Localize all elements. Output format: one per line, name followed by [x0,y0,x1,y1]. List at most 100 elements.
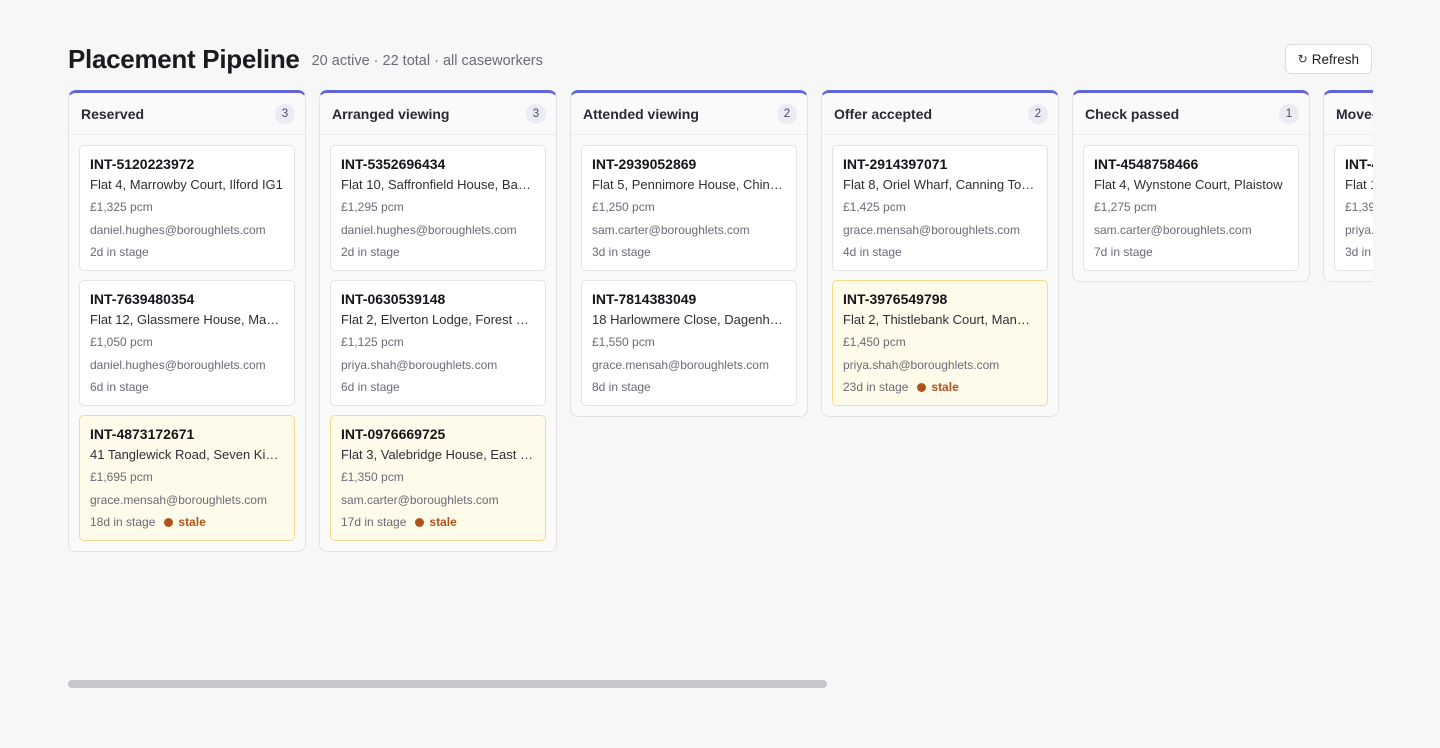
card-reference: INT-2914397071 [843,156,948,172]
placement-card[interactable]: INT-0976669725 Flat 3, Valebridge House, … [330,415,546,541]
column-title: Reserved [81,105,145,122]
stale-dot-icon [164,517,174,527]
card-address: Flat 10, Saffronfield House, Barking [341,177,535,192]
pipeline-column: Arranged viewing 3 INT-5352696434 Flat 10, … [319,90,557,552]
card-rent: £1,325 pcm [90,200,153,214]
card-rent: £1,125 pcm [341,335,404,349]
card-address: Flat 4, Wynstone Court, Plaistow [1094,177,1283,192]
card-address: Flat 3, Valebridge House, East Ham [341,447,535,462]
page-title: Placement Pipeline [68,43,300,74]
card-rent: £1,450 pcm [843,335,906,349]
card-address: Flat 8, Oriel Wharf, Canning Town [843,177,1037,192]
column-header: Reserved 3 [69,93,305,135]
stale-label: stale [931,380,959,394]
time-in-stage: 23d in stage [843,380,909,394]
card-address: 18 Harlowmere Close, Dagenham [592,312,786,327]
card-reference: INT-5352696434 [341,156,446,172]
card-rent: £1,250 pcm [592,200,655,214]
horizontal-scrollbar[interactable] [68,680,1373,688]
card-address: Flat 5, Pennimore House, Chingford [592,177,786,192]
pipeline-summary: 20 active · 22 total · all caseworkers [311,53,543,69]
card-address: Flat 12, Glassmere House, Manor Park [90,312,284,327]
refresh-button[interactable]: ↻ Refresh [1284,44,1372,74]
pipeline-column: Attended viewing 2 INT-2939052869 Flat 5, P… [570,90,808,417]
column-count-badge: 2 [777,103,797,124]
column-title: Arranged viewing [332,105,450,122]
column-title: Attended viewing [583,105,699,122]
board-track: Reserved 3 INT-5120223972 Flat 4, Marrowby … [68,90,1373,552]
card-reference: INT-4 [1345,156,1373,172]
card-footer: 8d in stage [592,380,786,394]
time-in-stage: 3d in [1345,245,1372,259]
card-rent: £1,550 pcm [592,335,655,349]
card-caseworker-email: grace.mensah@boroughlets.com [90,493,267,507]
column-count-badge: 1 [1279,103,1299,124]
card-rent: £1,425 pcm [843,200,906,214]
placement-card[interactable]: INT-5120223972 Flat 4, Marrowby Court, Il… [79,145,295,271]
placement-card[interactable]: INT-3976549798 Flat 2, Thistlebank Court,… [832,280,1048,406]
placement-card[interactable]: INT-4 Flat 1 £1,39 priya. 3d in [1334,145,1373,271]
placement-card[interactable]: INT-2914397071 Flat 8, Oriel Wharf, Canni… [832,145,1048,271]
card-caseworker-email: grace.mensah@boroughlets.com [592,358,769,372]
column-header: Arranged viewing 3 [320,93,556,135]
stale-dot-icon [415,517,425,527]
card-list: INT-5120223972 Flat 4, Marrowby Court, Il… [69,135,305,541]
placement-card[interactable]: INT-4548758466 Flat 4, Wynstone Court, Pl… [1083,145,1299,271]
column-header: Offer accepted 2 [822,93,1058,135]
placement-card[interactable]: INT-0630539148 Flat 2, Elverton Lodge, Fo… [330,280,546,406]
column-title: Check passed [1085,105,1180,122]
stale-badge: stale [415,515,457,529]
card-reference: INT-2939052869 [592,156,697,172]
placement-card[interactable]: INT-4873172671 41 Tanglewick Road, Seven … [79,415,295,541]
card-caseworker-email: grace.mensah@boroughlets.com [843,223,1020,237]
card-address: Flat 4, Marrowby Court, Ilford IG1 [90,177,283,192]
card-address: 41 Tanglewick Road, Seven Kings [90,447,284,462]
stale-label: stale [178,515,206,529]
card-footer: 3d in [1345,245,1373,259]
placement-card[interactable]: INT-7639480354 Flat 12, Glassmere House, … [79,280,295,406]
card-rent: £1,295 pcm [341,200,404,214]
card-footer: 18d in stage stale [90,515,284,529]
stale-dot-icon [917,382,927,392]
card-address: Flat 2, Thistlebank Court, Manor Park [843,312,1037,327]
card-footer: 4d in stage [843,245,1037,259]
stale-badge: stale [164,515,206,529]
placement-card[interactable]: INT-2939052869 Flat 5, Pennimore House, C… [581,145,797,271]
card-caseworker-email: daniel.hughes@boroughlets.com [341,223,517,237]
card-list: INT-2939052869 Flat 5, Pennimore House, C… [571,135,807,406]
card-list: INT-2914397071 Flat 8, Oriel Wharf, Canni… [822,135,1058,406]
card-reference: INT-3976549798 [843,291,948,307]
placement-card[interactable]: INT-5352696434 Flat 10, Saffronfield Hous… [330,145,546,271]
card-caseworker-email: sam.carter@boroughlets.com [592,223,750,237]
stale-badge: stale [917,380,959,394]
time-in-stage: 6d in stage [90,380,149,394]
card-reference: INT-5120223972 [90,156,195,172]
card-footer: 3d in stage [592,245,786,259]
stale-label: stale [429,515,457,529]
column-title: Offer accepted [834,105,933,122]
column-header: Move-in1 [1324,93,1373,135]
time-in-stage: 17d in stage [341,515,407,529]
card-rent: £1,350 pcm [341,470,404,484]
column-count-badge: 3 [275,103,295,124]
card-footer: 17d in stage stale [341,515,535,529]
time-in-stage: 4d in stage [843,245,902,259]
card-rent: £1,275 pcm [1094,200,1157,214]
column-header: Check passed 1 [1073,93,1309,135]
card-caseworker-email: sam.carter@boroughlets.com [341,493,499,507]
column-title: Move-in [1336,105,1373,122]
card-reference: INT-7639480354 [90,291,195,307]
placement-card[interactable]: INT-7814383049 18 Harlowmere Close, Dagen… [581,280,797,406]
card-reference: INT-0630539148 [341,291,446,307]
card-footer: 2d in stage [341,245,535,259]
page-header: Placement Pipeline 20 active · 22 total … [68,44,1372,74]
pipeline-column: Check passed 1 INT-4548758466 Flat 4, Wynst… [1072,90,1310,282]
card-caseworker-email: sam.carter@boroughlets.com [1094,223,1252,237]
card-caseworker-email: daniel.hughes@boroughlets.com [90,358,266,372]
column-count-badge: 2 [1028,103,1048,124]
scrollbar-thumb[interactable] [68,680,827,688]
time-in-stage: 2d in stage [341,245,400,259]
card-address: Flat 2, Elverton Lodge, Forest Gate [341,312,535,327]
card-caseworker-email: daniel.hughes@boroughlets.com [90,223,266,237]
card-reference: INT-4548758466 [1094,156,1199,172]
